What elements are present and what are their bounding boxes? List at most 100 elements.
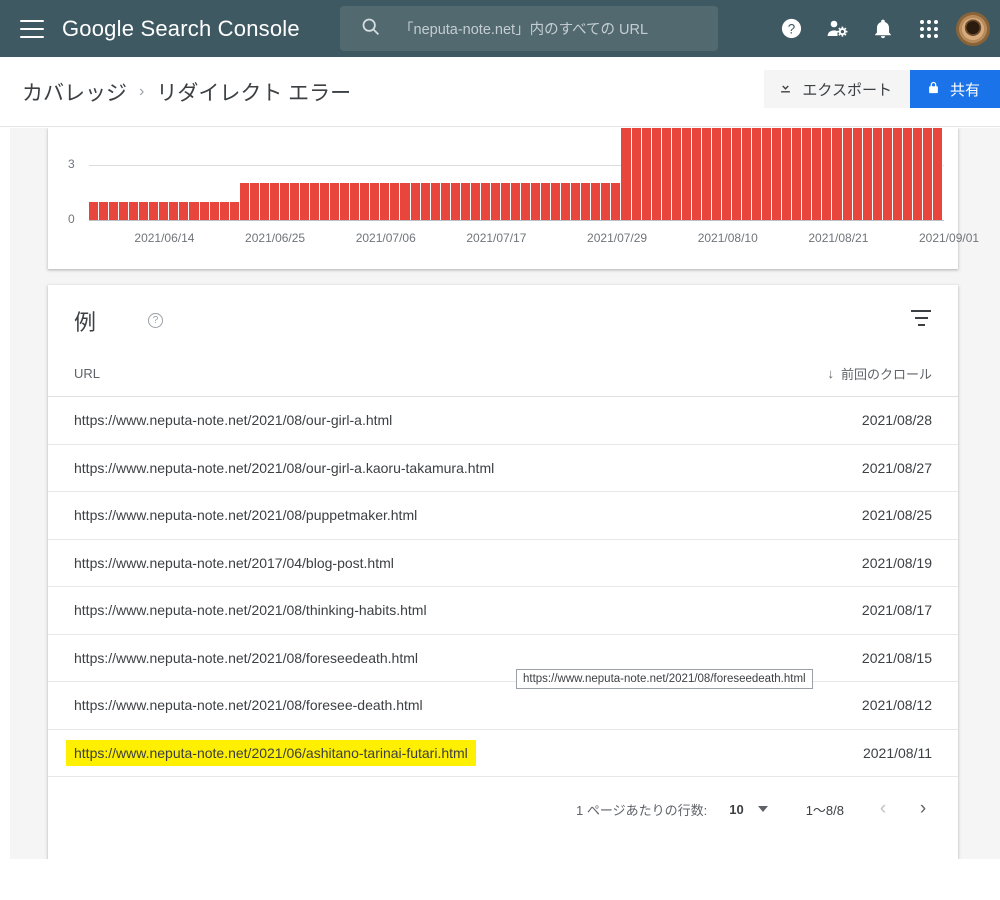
chart-bar[interactable] — [129, 202, 139, 220]
chart-bar[interactable] — [521, 183, 531, 220]
chart-bar[interactable] — [772, 128, 782, 220]
chart-bar[interactable] — [179, 202, 189, 220]
chart-bar[interactable] — [370, 183, 380, 220]
chart-bar[interactable] — [511, 183, 521, 220]
chart-bar[interactable] — [692, 128, 702, 220]
chart-bar[interactable] — [843, 128, 853, 220]
table-cell-url[interactable]: https://www.neputa-note.net/2021/08/thin… — [74, 602, 427, 618]
chart-bar[interactable] — [481, 183, 491, 220]
chart-bar[interactable] — [169, 202, 179, 220]
chart-bar[interactable] — [752, 128, 762, 220]
chart-bar[interactable] — [210, 202, 220, 220]
user-avatar[interactable] — [956, 12, 990, 46]
chart-bar[interactable] — [893, 128, 903, 220]
next-page-button[interactable]: › — [914, 798, 932, 820]
chevron-down-icon[interactable] — [758, 806, 768, 812]
chart-bar[interactable] — [230, 202, 240, 220]
chart-bar[interactable] — [89, 202, 99, 220]
filter-icon[interactable] — [910, 310, 932, 326]
chart-bar[interactable] — [451, 183, 461, 220]
previous-page-button[interactable]: ‹ — [874, 798, 892, 820]
chart-bar[interactable] — [159, 202, 169, 220]
chart-bar[interactable] — [863, 128, 873, 220]
chart-bar[interactable] — [581, 183, 591, 220]
chart-bar[interactable] — [601, 183, 611, 220]
chart-bar[interactable] — [742, 128, 752, 220]
chart-bar[interactable] — [109, 202, 119, 220]
chart-bar[interactable] — [471, 183, 481, 220]
chart-bar[interactable] — [923, 128, 933, 220]
chart-bar[interactable] — [802, 128, 812, 220]
chart-bar[interactable] — [561, 183, 571, 220]
export-button[interactable]: エクスポート — [764, 70, 910, 108]
chart-bar[interactable] — [913, 128, 923, 220]
chart-bar[interactable] — [240, 183, 250, 220]
chart-bar[interactable] — [591, 183, 601, 220]
chart-bar[interactable] — [400, 183, 410, 220]
chart-bar[interactable] — [883, 128, 893, 220]
chart-bar[interactable] — [421, 183, 431, 220]
chart-bar[interactable] — [220, 202, 230, 220]
chart-bar[interactable] — [320, 183, 330, 220]
apps-grid-icon[interactable] — [906, 6, 952, 52]
table-cell-url[interactable]: https://www.neputa-note.net/2021/08/pupp… — [74, 507, 417, 523]
table-row[interactable]: https://www.neputa-note.net/2021/08/fore… — [48, 682, 958, 730]
chart-bar[interactable] — [732, 128, 742, 220]
chart-bar[interactable] — [832, 128, 842, 220]
table-cell-url[interactable]: https://www.neputa-note.net/2021/08/fore… — [74, 697, 423, 713]
chart-bar[interactable] — [330, 183, 340, 220]
chart-bar[interactable] — [682, 128, 692, 220]
chart-bars[interactable] — [89, 128, 943, 220]
chart-bar[interactable] — [702, 128, 712, 220]
table-cell-url[interactable]: https://www.neputa-note.net/2021/08/our-… — [74, 412, 392, 428]
chart-bar[interactable] — [200, 202, 210, 220]
table-row[interactable]: https://www.neputa-note.net/2021/08/our-… — [48, 445, 958, 493]
chart-bar[interactable] — [340, 183, 350, 220]
table-cell-url[interactable]: https://www.neputa-note.net/2021/06/ashi… — [66, 740, 476, 766]
chart-bar[interactable] — [873, 128, 883, 220]
chart-bar[interactable] — [290, 183, 300, 220]
chart-bar[interactable] — [611, 183, 621, 220]
notifications-bell-icon[interactable] — [860, 6, 906, 52]
search-box[interactable]: 「neputa-note.net」内のすべての URL — [340, 6, 718, 51]
rows-per-page-value[interactable]: 10 — [729, 802, 743, 817]
chart-bar[interactable] — [491, 183, 501, 220]
search-input-placeholder[interactable]: 「neputa-note.net」内のすべての URL — [399, 18, 648, 39]
chart-bar[interactable] — [360, 183, 370, 220]
chart-bar[interactable] — [792, 128, 802, 220]
chart-bar[interactable] — [903, 128, 913, 220]
help-circle-icon[interactable]: ? — [148, 313, 163, 328]
table-row[interactable]: https://www.neputa-note.net/2021/08/pupp… — [48, 492, 958, 540]
chart-bar[interactable] — [551, 183, 561, 220]
chart-bar[interactable] — [270, 183, 280, 220]
hamburger-menu-icon[interactable] — [20, 20, 44, 38]
chart-bar[interactable] — [310, 183, 320, 220]
table-row[interactable]: https://www.neputa-note.net/2021/08/thin… — [48, 587, 958, 635]
chart-bar[interactable] — [762, 128, 772, 220]
chart-bar[interactable] — [350, 183, 360, 220]
chart-bar[interactable] — [642, 128, 652, 220]
share-button[interactable]: 共有 — [910, 70, 1000, 108]
chart-bar[interactable] — [149, 202, 159, 220]
chart-bar[interactable] — [652, 128, 662, 220]
chart-bar[interactable] — [501, 183, 511, 220]
breadcrumb-parent[interactable]: カバレッジ — [22, 77, 127, 107]
chart-bar[interactable] — [250, 183, 260, 220]
chart-bar[interactable] — [390, 183, 400, 220]
chart-bar[interactable] — [380, 183, 390, 220]
help-icon[interactable]: ? — [768, 6, 814, 52]
chart-bar[interactable] — [541, 183, 551, 220]
chart-bar[interactable] — [119, 202, 129, 220]
chart-bar[interactable] — [99, 202, 109, 220]
chart-bar[interactable] — [782, 128, 792, 220]
chart-bar[interactable] — [621, 128, 631, 220]
chart-bar[interactable] — [662, 128, 672, 220]
chart-bar[interactable] — [853, 128, 863, 220]
chart-bar[interactable] — [431, 183, 441, 220]
chart-bar[interactable] — [139, 202, 149, 220]
chart-bar[interactable] — [189, 202, 199, 220]
column-header-last-crawl[interactable]: ↓ 前回のクロール — [827, 364, 932, 383]
chart-bar[interactable] — [632, 128, 642, 220]
table-cell-url[interactable]: https://www.neputa-note.net/2017/04/blog… — [74, 555, 394, 571]
column-header-url[interactable]: URL — [74, 366, 100, 381]
